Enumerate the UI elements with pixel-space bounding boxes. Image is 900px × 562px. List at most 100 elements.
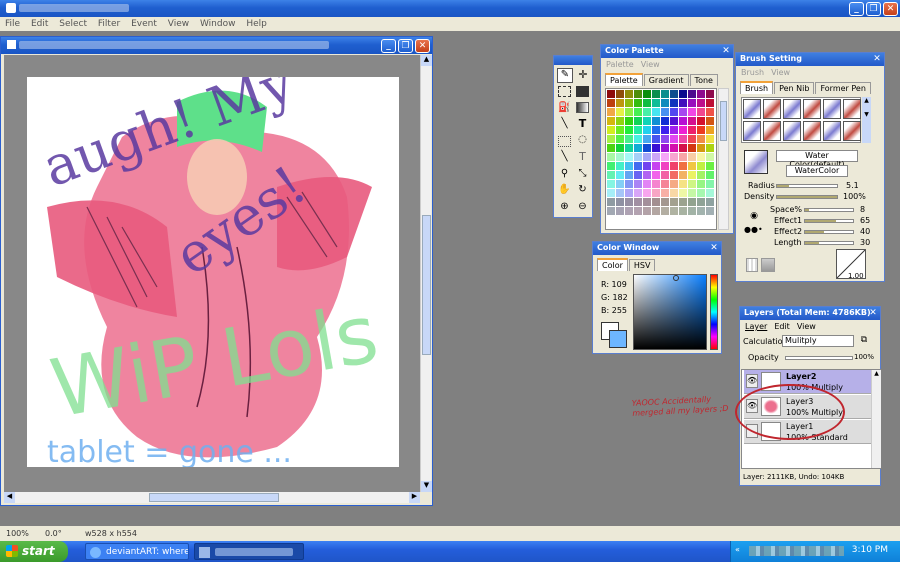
color-swatch[interactable] — [688, 162, 696, 170]
color-swatch[interactable] — [625, 99, 633, 107]
brush-preset-icon[interactable] — [743, 121, 761, 141]
color-swatch[interactable] — [643, 198, 651, 206]
color-swatch[interactable] — [634, 99, 642, 107]
color-swatch[interactable] — [706, 144, 714, 152]
app-minimize-button[interactable]: _ — [849, 2, 864, 16]
color-swatch[interactable] — [616, 198, 624, 206]
color-swatch[interactable] — [652, 207, 660, 215]
rect-select-icon[interactable] — [558, 136, 571, 147]
color-window-close-button[interactable]: ✕ — [709, 243, 719, 253]
color-swatch[interactable] — [652, 153, 660, 161]
color-swatch[interactable] — [652, 198, 660, 206]
layers-close-button[interactable]: ✕ — [868, 308, 878, 318]
color-swatch[interactable] — [652, 108, 660, 116]
bucket-icon[interactable]: ⛽ — [558, 102, 571, 114]
color-swatch[interactable] — [616, 99, 624, 107]
color-swatch[interactable] — [688, 135, 696, 143]
color-swatch[interactable] — [688, 189, 696, 197]
color-swatch[interactable] — [697, 135, 705, 143]
color-swatch[interactable] — [688, 180, 696, 188]
color-swatch[interactable] — [661, 153, 669, 161]
color-swatch[interactable] — [670, 171, 678, 179]
color-swatch[interactable] — [607, 108, 615, 116]
color-swatch[interactable] — [607, 198, 615, 206]
color-swatch[interactable] — [616, 117, 624, 125]
color-swatch[interactable] — [661, 126, 669, 134]
color-swatch[interactable] — [661, 198, 669, 206]
color-swatch[interactable] — [643, 90, 651, 98]
color-swatch[interactable] — [625, 90, 633, 98]
color-swatch[interactable] — [616, 135, 624, 143]
color-swatch[interactable] — [625, 162, 633, 170]
transform-icon[interactable]: ⤡ — [576, 168, 589, 180]
tab-pen-nib[interactable]: Pen Nib — [774, 82, 815, 94]
color-swatch[interactable] — [634, 108, 642, 116]
eye-icon[interactable]: 👁 — [746, 374, 758, 388]
drawing-canvas[interactable]: augh! My eyes! WiP Lols tablet = gone ..… — [27, 77, 399, 467]
color-field[interactable] — [633, 274, 707, 350]
brush-preset-grid[interactable] — [741, 97, 861, 143]
color-swatch[interactable] — [625, 180, 633, 188]
brush-preset-icon[interactable] — [783, 121, 801, 141]
color-swatch[interactable] — [616, 180, 624, 188]
color-swatch[interactable] — [652, 180, 660, 188]
fill-rect-icon[interactable] — [576, 86, 589, 97]
color-swatch[interactable] — [652, 99, 660, 107]
color-swatch[interactable] — [661, 90, 669, 98]
color-palette-menu-view[interactable]: View — [641, 60, 660, 69]
color-swatch[interactable] — [670, 117, 678, 125]
app-close-button[interactable]: ✕ — [883, 2, 898, 16]
color-swatch[interactable] — [670, 144, 678, 152]
scroll-right-button[interactable]: ▶ — [409, 492, 420, 503]
color-swatch[interactable] — [688, 117, 696, 125]
color-swatch[interactable] — [625, 198, 633, 206]
color-palette-close-button[interactable]: ✕ — [721, 46, 731, 56]
color-swatch[interactable] — [607, 207, 615, 215]
color-swatch[interactable] — [670, 153, 678, 161]
color-swatch[interactable] — [670, 198, 678, 206]
document-close-button[interactable]: ✕ — [415, 39, 430, 53]
texture-swatch[interactable] — [746, 258, 758, 272]
color-swatch[interactable] — [697, 162, 705, 170]
color-swatch[interactable] — [634, 171, 642, 179]
tray-arrow-icon[interactable]: « — [735, 545, 745, 556]
horizontal-scroll-thumb[interactable] — [149, 493, 279, 502]
color-swatch[interactable] — [706, 180, 714, 188]
color-swatch[interactable] — [616, 171, 624, 179]
color-swatch[interactable] — [706, 90, 714, 98]
color-swatch[interactable] — [625, 207, 633, 215]
menu-window[interactable]: Window — [200, 19, 236, 29]
color-swatch[interactable] — [706, 126, 714, 134]
brush-preset-secondary[interactable]: WaterColor — [786, 165, 848, 177]
document-maximize-button[interactable]: ❐ — [398, 39, 413, 53]
color-swatch[interactable] — [670, 126, 678, 134]
scroll-left-button[interactable]: ◀ — [4, 492, 15, 503]
color-swatch[interactable] — [661, 189, 669, 197]
color-swatch[interactable] — [643, 171, 651, 179]
color-swatch[interactable] — [643, 108, 651, 116]
color-swatch[interactable] — [661, 207, 669, 215]
texture-swatch-gray[interactable] — [761, 258, 775, 272]
line-tool-icon[interactable]: ╲ — [558, 118, 571, 130]
color-swatch[interactable] — [697, 144, 705, 152]
line-select-icon[interactable]: ╲ — [558, 151, 571, 163]
color-swatch[interactable] — [625, 135, 633, 143]
pen-tool-icon[interactable]: ✎ — [557, 68, 573, 83]
zoom-in-icon[interactable]: ⊕ — [558, 201, 571, 213]
color-swatch[interactable] — [634, 135, 642, 143]
color-swatch[interactable] — [643, 144, 651, 152]
lasso-icon[interactable]: ◌ — [576, 134, 589, 147]
calculation-select[interactable]: Mulitply — [782, 335, 854, 347]
scroll-down-button[interactable]: ▼ — [421, 481, 432, 492]
color-swatch[interactable] — [706, 99, 714, 107]
effect2-slider[interactable] — [804, 230, 854, 234]
color-swatch[interactable] — [679, 180, 687, 188]
color-swatch[interactable] — [679, 126, 687, 134]
color-swatch[interactable] — [706, 162, 714, 170]
brush-setting-close-button[interactable]: ✕ — [872, 54, 882, 64]
color-swatch[interactable] — [706, 108, 714, 116]
color-swatch[interactable] — [661, 162, 669, 170]
color-swatch[interactable] — [697, 90, 705, 98]
brush-shape-icon[interactable]: ◉ — [748, 211, 760, 221]
density-slider[interactable] — [776, 195, 838, 199]
